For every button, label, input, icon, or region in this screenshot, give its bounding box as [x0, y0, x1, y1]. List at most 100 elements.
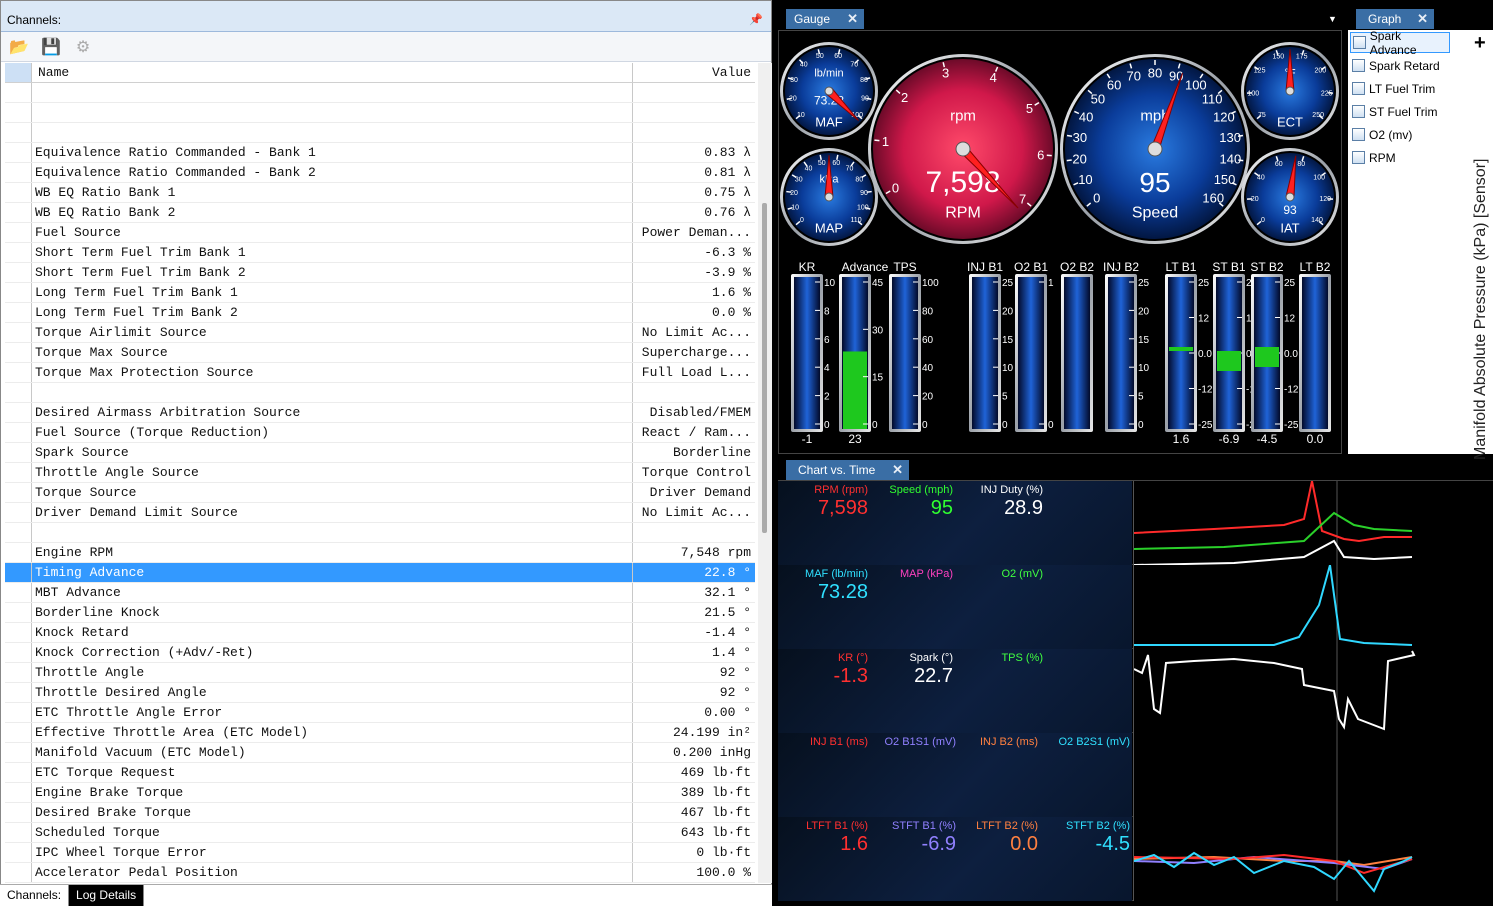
chart-series-value: -6.9 [921, 833, 956, 855]
table-row[interactable]: Long Term Fuel Trim Bank 2 0.0 % [5, 303, 755, 323]
add-graph-button[interactable]: + [1474, 32, 1486, 55]
close-icon[interactable]: ✕ [847, 11, 858, 27]
table-row[interactable] [5, 383, 755, 403]
table-row[interactable]: Engine Brake Torque 389 lb·ft [5, 783, 755, 803]
gauge-tick-label: 110 [1202, 91, 1223, 106]
scroll-thumb[interactable] [762, 203, 767, 533]
table-row[interactable]: IPC Wheel Torque Error 0 lb·ft [5, 843, 755, 863]
table-row[interactable]: Knock Correction (+Adv/-Ret) 1.4 ° [5, 643, 755, 663]
tab-graph[interactable]: Graph ✕ [1356, 9, 1434, 29]
table-row[interactable]: Knock Retard -1.4 ° [5, 623, 755, 643]
gauge-tick-label: 40 [800, 62, 808, 69]
save-icon[interactable]: 💾 [39, 36, 63, 58]
channel-value: No Limit Ac... [641, 325, 751, 340]
bar-scale-label: -12 [1284, 385, 1299, 396]
graph-item[interactable]: Spark Retard [1350, 55, 1450, 76]
gauge-tick-label: 7 [1019, 192, 1026, 207]
table-row[interactable]: Desired Brake Torque 467 lb·ft [5, 803, 755, 823]
table-row[interactable]: Timing Advance 22.8 ° [5, 563, 755, 583]
tab-gauge[interactable]: Gauge ✕ [786, 9, 864, 29]
row-indicator [5, 303, 32, 322]
bar-label: TPS [893, 260, 916, 274]
table-row[interactable]: Fuel Source Power Deman... [5, 223, 755, 243]
bar-gauge: TPS 100 80 60 40 20 0 [889, 260, 939, 432]
row-indicator [5, 223, 32, 242]
table-row[interactable]: Equivalence Ratio Commanded - Bank 1 0.83… [5, 143, 755, 163]
row-indicator [5, 103, 32, 122]
channel-value: -1.4 ° [704, 625, 751, 640]
bar-label: LT B1 [1166, 260, 1197, 274]
table-row[interactable]: Throttle Angle Source Torque Control [5, 463, 755, 483]
tab-chart-vs-time[interactable]: Chart vs. Time ✕ [786, 460, 909, 480]
table-row[interactable] [5, 123, 755, 143]
row-indicator [5, 743, 32, 762]
bar-scale-label: 0 [824, 420, 830, 431]
graph-item[interactable]: RPM [1350, 147, 1450, 168]
value-column-header[interactable]: Value [633, 63, 755, 82]
table-row[interactable]: ETC Torque Request 469 lb·ft [5, 763, 755, 783]
gauge-tick-label: 20 [790, 190, 798, 197]
table-row[interactable]: Desired Airmass Arbitration Source Disabl… [5, 403, 755, 423]
table-row[interactable]: Torque Airlimit Source No Limit Ac... [5, 323, 755, 343]
rpm-gauge: 0 1 2 3 4 5 6 7 rpm 7,598 RPM [868, 54, 1058, 244]
tab-channels[interactable]: Channels: [0, 885, 70, 906]
channel-name: Effective Throttle Area (ETC Model) [32, 723, 633, 742]
bar-scale-label: -12 [1198, 385, 1213, 396]
gauge-tick-label: 30 [1073, 130, 1087, 145]
chevron-down-icon[interactable]: ▼ [1328, 14, 1337, 24]
gauge-tick-label: 120 [1213, 109, 1235, 124]
bar-scale-label: 60 [922, 335, 934, 346]
grid-scrollbar[interactable] [758, 63, 772, 883]
table-row[interactable]: Borderline Knock 21.5 ° [5, 603, 755, 623]
table-row[interactable]: Effective Throttle Area (ETC Model) 24.19… [5, 723, 755, 743]
table-row[interactable]: Torque Max Protection Source Full Load L.… [5, 363, 755, 383]
table-row[interactable]: Throttle Desired Angle 92 ° [5, 683, 755, 703]
table-row[interactable]: Driver Demand Limit Source No Limit Ac... [5, 503, 755, 523]
table-row[interactable]: Torque Max Source Supercharge... [5, 343, 755, 363]
table-row[interactable]: Engine RPM 7,548 rpm [5, 543, 755, 563]
table-row[interactable]: Accelerator Pedal Position 100.0 % [5, 863, 755, 883]
bar-scale-label: 6 [824, 335, 830, 346]
table-row[interactable]: Short Term Fuel Trim Bank 2 -3.9 % [5, 263, 755, 283]
table-row[interactable]: Spark Source Borderline [5, 443, 755, 463]
open-folder-icon[interactable]: 📂 [7, 36, 31, 58]
table-row[interactable]: Short Term Fuel Trim Bank 1 -6.3 % [5, 243, 755, 263]
row-indicator [5, 783, 32, 802]
row-indicator [5, 803, 32, 822]
trim-marker [1217, 351, 1241, 371]
row-indicator [5, 543, 32, 562]
close-icon[interactable]: ✕ [1417, 11, 1428, 27]
bar-value: -1 [802, 432, 813, 446]
pin-icon[interactable]: 📌 [749, 13, 763, 26]
table-row[interactable]: Manifold Vacuum (ETC Model) 0.200 inHg [5, 743, 755, 763]
tab-log-details[interactable]: Log Details [69, 885, 145, 906]
table-row[interactable]: Torque Source Driver Demand [5, 483, 755, 503]
graph-item[interactable]: LT Fuel Trim [1350, 78, 1450, 99]
table-row[interactable]: Throttle Angle 92 ° [5, 663, 755, 683]
table-row[interactable] [5, 523, 755, 543]
gauge-tick-label: 2 [901, 90, 908, 105]
table-row[interactable] [5, 83, 755, 103]
table-row[interactable]: Scheduled Torque 643 lb·ft [5, 823, 755, 843]
tab-graph-label: Graph [1368, 12, 1402, 26]
table-row[interactable]: Long Term Fuel Trim Bank 1 1.6 % [5, 283, 755, 303]
graph-item[interactable]: ST Fuel Trim [1350, 101, 1450, 122]
gauge-tick-label: 140 [1219, 151, 1241, 166]
table-row[interactable]: WB EQ Ratio Bank 1 0.75 λ [5, 183, 755, 203]
graph-item[interactable]: O2 (mv) [1350, 124, 1450, 145]
table-row[interactable]: ETC Throttle Angle Error 0.00 ° [5, 703, 755, 723]
gauge-tick-label: 70 [850, 62, 858, 69]
gear-icon[interactable]: ⚙ [71, 36, 95, 58]
name-column-header[interactable]: Name [32, 63, 633, 82]
table-row[interactable]: Equivalence Ratio Commanded - Bank 2 0.81… [5, 163, 755, 183]
graph-item[interactable]: Spark Advance [1350, 29, 1450, 57]
chart-row: RPM (rpm) 7,598 Speed (mph) 95 INJ Duty (%) 2… [778, 480, 1493, 566]
table-row[interactable]: Fuel Source (Torque Reduction) React / Ra… [5, 423, 755, 443]
table-icon [1352, 59, 1365, 72]
table-row[interactable]: WB EQ Ratio Bank 2 0.76 λ [5, 203, 755, 223]
row-indicator [5, 623, 32, 642]
bar-scale-label: 20 [1138, 306, 1150, 317]
close-icon[interactable]: ✕ [892, 462, 903, 478]
table-row[interactable] [5, 103, 755, 123]
table-row[interactable]: MBT Advance 32.1 ° [5, 583, 755, 603]
